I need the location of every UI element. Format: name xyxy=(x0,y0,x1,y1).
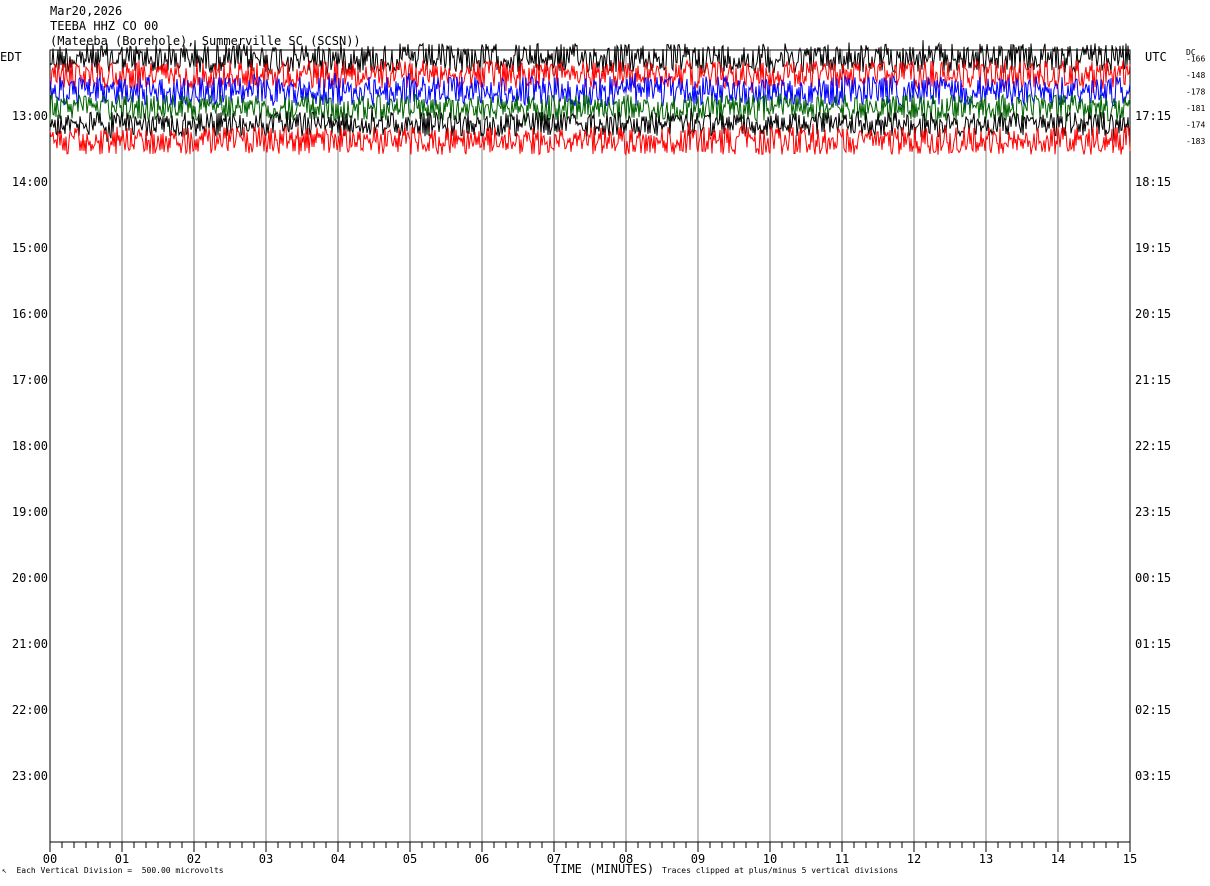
edt-hour-label: 23:00 xyxy=(12,769,48,783)
utc-hour-label: 19:15 xyxy=(1135,241,1171,255)
x-tick-label: 04 xyxy=(331,852,345,866)
edt-hour-label: 22:00 xyxy=(12,703,48,717)
helicorder-plot: 00 01 02 03 04 05 06 07 08 09 10 11 12 13 14 15 13:0014… xyxy=(12,40,1205,866)
edt-hour-label: 20:00 xyxy=(12,571,48,585)
x-tick-label: 06 xyxy=(475,852,489,866)
dc-offset-label: -174 xyxy=(1186,120,1205,129)
x-axis-ticks xyxy=(49,842,1131,852)
minute-grid xyxy=(121,50,1059,842)
vertical-division-text: Each Vertical Division = 500.00 microvol… xyxy=(16,866,224,875)
corner-arrow-icon: ↖ xyxy=(2,866,7,875)
trace-group xyxy=(49,40,1131,157)
edt-hour-label: 14:00 xyxy=(12,175,48,189)
utc-hour-label: 00:15 xyxy=(1135,571,1171,585)
edt-hour-label: 19:00 xyxy=(12,505,48,519)
x-tick-label: 02 xyxy=(187,852,201,866)
dc-offset-label: -166 xyxy=(1186,54,1205,63)
vertical-division-note: ↖ Each Vertical Division = 500.00 microv… xyxy=(2,866,224,875)
x-tick-label: 14 xyxy=(1051,852,1065,866)
utc-hour-label: 17:15 xyxy=(1135,109,1171,123)
x-tick-label: 11 xyxy=(835,852,849,866)
utc-hour-labels: 17:15 18:15 19:15 20:15 21:15 22:15 23:15 00:15… xyxy=(1135,109,1171,783)
edt-hour-label: 16:00 xyxy=(12,307,48,321)
utc-hour-label: 03:15 xyxy=(1135,769,1171,783)
utc-hour-label: 23:15 xyxy=(1135,505,1171,519)
dc-offset-labels: -166 -148 -178 -181 -174 -183 xyxy=(1186,54,1205,146)
x-tick-label: 10 xyxy=(763,852,777,866)
utc-hour-label: 20:15 xyxy=(1135,307,1171,321)
utc-hour-label: 01:15 xyxy=(1135,637,1171,651)
clipping-note: Traces clipped at plus/minus 5 vertical … xyxy=(662,866,899,875)
edt-hour-labels: 13:00 14:00 15:00 16:00 17:00 18:00 19:00 20:00… xyxy=(12,109,48,783)
edt-hour-label: 13:00 xyxy=(12,109,48,123)
dc-offset-label: -148 xyxy=(1186,71,1205,80)
x-tick-label: 15 xyxy=(1123,852,1137,866)
dc-offset-label: -183 xyxy=(1186,137,1205,146)
x-tick-label: 09 xyxy=(691,852,705,866)
edt-hour-label: 17:00 xyxy=(12,373,48,387)
utc-hour-label: 22:15 xyxy=(1135,439,1171,453)
trace-row-5 xyxy=(49,122,1131,157)
x-tick-label: 00 xyxy=(43,852,57,866)
utc-hour-label: 18:15 xyxy=(1135,175,1171,189)
x-axis-label: TIME (MINUTES) xyxy=(553,862,655,876)
x-tick-label: 05 xyxy=(403,852,417,866)
utc-hour-label: 21:15 xyxy=(1135,373,1171,387)
x-tick-label: 12 xyxy=(907,852,921,866)
trace-row-0 xyxy=(49,40,1131,77)
x-tick-label: 13 xyxy=(979,852,993,866)
edt-hour-label: 18:00 xyxy=(12,439,48,453)
plot-frame xyxy=(49,49,1131,843)
x-tick-label: 03 xyxy=(259,852,273,866)
dc-offset-label: -178 xyxy=(1186,87,1205,96)
edt-hour-label: 15:00 xyxy=(12,241,48,255)
edt-hour-label: 21:00 xyxy=(12,637,48,651)
dc-offset-label: -181 xyxy=(1186,104,1205,113)
x-tick-label: 01 xyxy=(115,852,129,866)
utc-hour-label: 02:15 xyxy=(1135,703,1171,717)
